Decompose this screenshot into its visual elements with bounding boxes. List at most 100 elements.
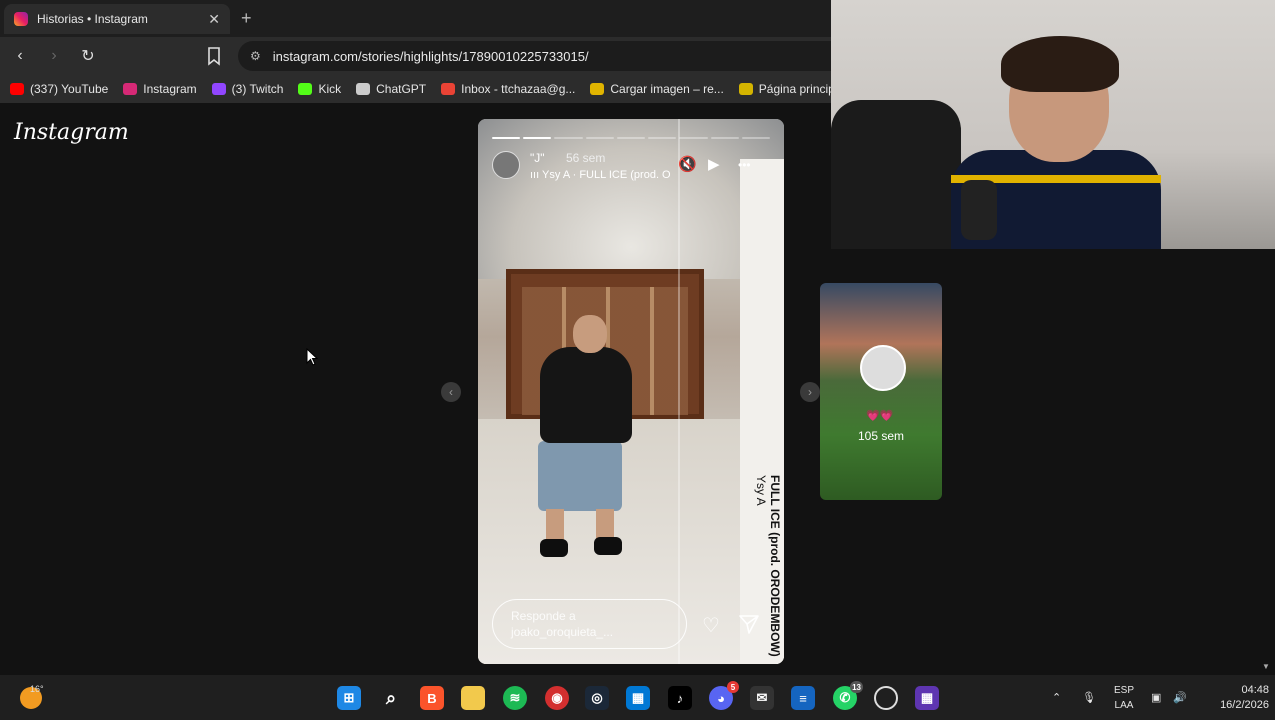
brave-browser-icon[interactable]: B bbox=[420, 686, 444, 710]
story-image-person-shorts bbox=[538, 441, 622, 511]
screen: Historias • Instagram ✕ + ‹ › ↻ ⚙ instag… bbox=[0, 0, 1275, 720]
home-page-icon bbox=[738, 83, 753, 95]
instagram-favicon-icon bbox=[14, 12, 28, 26]
microsoft-store-icon[interactable]: ▦ bbox=[626, 686, 650, 710]
bookmark-item[interactable]: Página principal bbox=[738, 82, 844, 96]
app-grid-icon[interactable]: ▦ bbox=[915, 686, 939, 710]
bookmark-label: (3) Twitch bbox=[231, 82, 284, 96]
webcam-hair bbox=[1001, 36, 1119, 92]
webcam-microphone bbox=[961, 180, 997, 240]
bookmark-label: Cargar imagen – re... bbox=[610, 82, 724, 96]
bookmark-label: ChatGPT bbox=[376, 82, 427, 96]
search-icon[interactable]: ⌕ bbox=[379, 686, 403, 710]
kick-icon bbox=[298, 83, 313, 95]
document-icon[interactable]: ≡ bbox=[791, 686, 815, 710]
microphone-icon[interactable]: 🎙 bbox=[1082, 675, 1096, 720]
language-indicator[interactable]: ESP LAA bbox=[1112, 683, 1136, 713]
more-options-icon[interactable]: ••• bbox=[738, 158, 751, 172]
bookmark-item[interactable]: (337) YouTube bbox=[10, 82, 108, 96]
windows-taskbar: 16° ⊞ ⌕ B ≋ ◉ ◎ ▦ ♪ ◕ 5 ✉ ≡ ✆ 13 ▦ ⌃ 🎙 E… bbox=[0, 675, 1275, 720]
language-line-2: LAA bbox=[1114, 700, 1134, 711]
file-explorer-icon[interactable] bbox=[461, 686, 485, 710]
next-story-button[interactable]: › bbox=[800, 382, 820, 402]
system-clock[interactable]: 04:48 16/2/2026 bbox=[1199, 683, 1269, 713]
tiktok-icon[interactable]: ♪ bbox=[668, 686, 692, 710]
tray-chevron-up-icon[interactable]: ⌃ bbox=[1052, 675, 1061, 720]
progress-segment bbox=[648, 137, 677, 139]
bookmark-label: Inbox - ttchazaa@g... bbox=[461, 82, 576, 96]
discord-icon[interactable]: ◕ 5 bbox=[709, 681, 739, 710]
instagram-logo[interactable]: Instagram bbox=[14, 120, 129, 145]
story-header: "J" 56 sem ııı Ysy A · FULL ICE (prod. O… bbox=[492, 149, 770, 189]
app-red-icon[interactable]: ◉ bbox=[545, 686, 569, 710]
bookmark-label: (337) YouTube bbox=[30, 82, 109, 96]
new-tab-button[interactable]: + bbox=[241, 8, 252, 29]
story-image-shoe-left bbox=[540, 539, 568, 557]
song-sticker: FULL ICE (prod. ORODEMBOW) Ysy A bbox=[754, 475, 784, 657]
forward-button[interactable]: › bbox=[40, 47, 68, 65]
bookmark-item[interactable]: Cargar imagen – re... bbox=[590, 82, 724, 96]
send-icon[interactable] bbox=[738, 613, 760, 635]
whatsapp-icon[interactable]: ✆ 13 bbox=[833, 681, 863, 710]
bookmark-item[interactable]: (3) Twitch bbox=[211, 82, 284, 96]
music-title: Ysy A · FULL ICE (prod. O bbox=[542, 169, 670, 181]
twitch-icon bbox=[211, 83, 226, 95]
scroll-down-arrow-icon[interactable]: ▼ bbox=[1262, 662, 1270, 671]
tab-close-icon[interactable]: ✕ bbox=[208, 11, 220, 28]
bookmark-item[interactable]: ChatGPT bbox=[356, 82, 426, 96]
story-music-label[interactable]: ııı Ysy A · FULL ICE (prod. O bbox=[530, 169, 670, 181]
site-settings-icon[interactable]: ⚙ bbox=[250, 49, 261, 63]
bookmark-label: Kick bbox=[318, 82, 342, 96]
previous-story-button[interactable]: ‹ bbox=[441, 382, 461, 402]
bookmark-label: Instagram bbox=[143, 82, 197, 96]
bookmark-item[interactable]: Instagram bbox=[123, 82, 197, 96]
story-username[interactable]: "J" bbox=[530, 151, 545, 165]
steam-icon[interactable]: ◎ bbox=[585, 686, 609, 710]
webcam-overlay bbox=[831, 0, 1275, 249]
story-viewer[interactable]: "J" 56 sem ııı Ysy A · FULL ICE (prod. O… bbox=[478, 119, 784, 664]
reload-button[interactable]: ↻ bbox=[74, 46, 102, 66]
progress-segment bbox=[523, 137, 552, 139]
chatgpt-icon bbox=[356, 83, 371, 95]
like-heart-icon[interactable]: ♡ bbox=[702, 613, 720, 638]
gmail-icon bbox=[441, 83, 456, 95]
webcam-chair bbox=[831, 100, 961, 249]
story-progress-bar bbox=[492, 137, 770, 139]
image-upload-icon bbox=[590, 83, 605, 95]
next-story-hearts: 💗💗 bbox=[866, 410, 894, 422]
mail-icon[interactable]: ✉ bbox=[750, 686, 774, 710]
story-image-person-body bbox=[540, 347, 632, 443]
progress-segment bbox=[741, 137, 770, 139]
network-icon[interactable]: ▣ bbox=[1151, 675, 1161, 720]
next-story-preview[interactable]: 💗💗 105 sem bbox=[820, 283, 942, 500]
progress-segment bbox=[585, 137, 614, 139]
progress-segment bbox=[616, 137, 646, 139]
mute-icon[interactable]: 🔇 bbox=[678, 155, 697, 173]
windows-start-icon[interactable]: ⊞ bbox=[337, 686, 361, 710]
song-sticker-artist: Ysy A bbox=[754, 475, 768, 506]
story-image-shoe-right bbox=[594, 537, 622, 555]
bookmark-item[interactable]: Kick bbox=[298, 82, 341, 96]
progress-segment bbox=[679, 137, 708, 139]
avatar[interactable] bbox=[492, 151, 520, 179]
avatar bbox=[860, 345, 906, 391]
story-time: 56 sem bbox=[566, 151, 606, 165]
music-bars-icon: ııı bbox=[530, 169, 543, 181]
progress-segment bbox=[554, 137, 583, 139]
play-icon[interactable]: ▶ bbox=[708, 155, 720, 173]
song-sticker-title: FULL ICE (prod. ORODEMBOW) bbox=[768, 475, 782, 657]
back-button[interactable]: ‹ bbox=[6, 47, 34, 65]
mouse-cursor-icon bbox=[306, 348, 318, 366]
bookmark-icon[interactable] bbox=[206, 46, 222, 66]
clock-time: 04:48 bbox=[1241, 684, 1269, 696]
spotify-icon[interactable]: ≋ bbox=[503, 686, 527, 710]
tab-historias-instagram[interactable]: Historias • Instagram ✕ bbox=[4, 4, 230, 34]
discord-badge: 5 bbox=[727, 681, 739, 693]
volume-icon[interactable]: 🔊 bbox=[1173, 675, 1187, 720]
bookmark-item[interactable]: Inbox - ttchazaa@g... bbox=[441, 82, 575, 96]
whatsapp-badge: 13 bbox=[850, 681, 863, 693]
reply-input[interactable]: Responde a joako_oroquieta_... bbox=[492, 599, 687, 649]
youtube-icon bbox=[10, 83, 24, 95]
progress-segment bbox=[710, 137, 739, 139]
app-circle-icon[interactable] bbox=[874, 686, 898, 710]
